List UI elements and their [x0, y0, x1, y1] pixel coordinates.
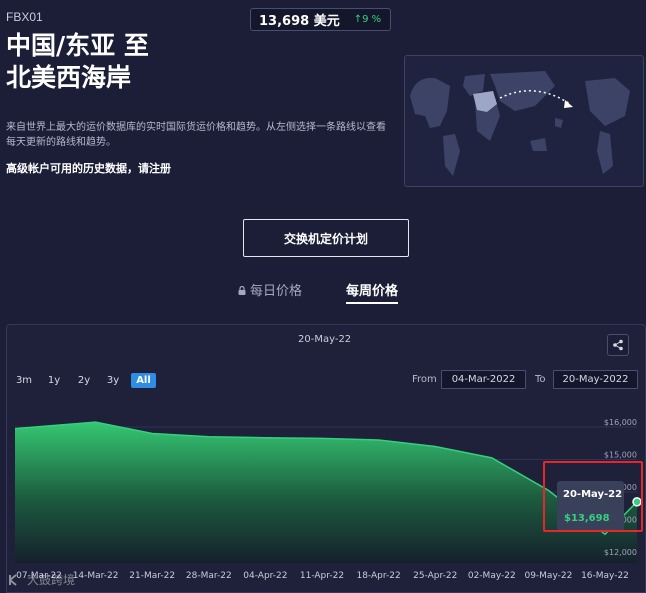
world-map-graphic	[410, 71, 630, 176]
route-code: FBX01	[6, 10, 43, 24]
x-tick-label: 25-Apr-22	[413, 571, 457, 581]
history-note: 高级帐户可用的历史数据，请注册	[6, 162, 171, 175]
watermark: 大鼓跨境	[8, 571, 75, 588]
x-tick-label: 09-May-22	[524, 571, 572, 581]
tab-weekly-price[interactable]: 每周价格	[346, 280, 399, 304]
title-line-1: 中国/东亚 至	[6, 31, 149, 60]
range-button-3y[interactable]: 3y	[103, 373, 123, 388]
range-button-1y[interactable]: 1y	[44, 373, 64, 388]
price-change-percent: 9 %	[362, 14, 382, 25]
exchange-pricing-plan-button[interactable]: 交换机定价计划	[243, 219, 409, 257]
to-label: To	[535, 374, 546, 385]
x-tick-label: 21-Mar-22	[129, 571, 175, 581]
route-arrow-icon	[564, 100, 573, 108]
y-tick-label: $15,000	[604, 451, 637, 460]
price-value: 13,698 美元	[259, 14, 340, 29]
price-chip: 13,698 美元 ↑9 %	[250, 8, 391, 31]
y-tick-label: $12,000	[604, 548, 637, 557]
from-label: From	[412, 374, 437, 385]
title-line-2: 北美西海岸	[6, 63, 132, 92]
panel-date: 20-May-22	[298, 334, 352, 345]
route-description: 来自世界上最大的运价数据库的实时国际货运价格和趋势。从左侧选择一条路线以查看每天…	[6, 122, 386, 148]
x-tick-label: 11-Apr-22	[300, 571, 344, 581]
tab-daily-price[interactable]: 每日价格	[238, 280, 302, 299]
highlight-box	[543, 461, 643, 532]
lock-icon	[238, 284, 246, 299]
share-button[interactable]	[607, 334, 629, 356]
price-change: ↑9 %	[354, 14, 381, 25]
to-date-input[interactable]: 20-May-2022	[553, 370, 638, 389]
x-tick-label: 02-May-22	[468, 571, 516, 581]
x-tick-label: 04-Apr-22	[243, 571, 287, 581]
x-axis-ticks: 07-Mar-22 14-Mar-22 21-Mar-22 28-Mar-22 04-A…	[16, 571, 629, 581]
range-button-all[interactable]: All	[131, 373, 156, 388]
x-tick-label: 18-Apr-22	[356, 571, 400, 581]
page-title: 中国/东亚 至 北美西海岸	[6, 30, 186, 94]
arrow-up-icon: ↑	[353, 14, 363, 25]
tab-daily-label: 每日价格	[250, 284, 303, 299]
range-button-2y[interactable]: 2y	[74, 373, 94, 388]
route-map	[404, 55, 644, 187]
share-icon	[613, 339, 623, 351]
y-tick-label: $16,000	[604, 418, 637, 427]
watermark-text: 大鼓跨境	[27, 573, 76, 587]
x-tick-label: 16-May-22	[581, 571, 629, 581]
from-date-input[interactable]: 04-Mar-2022	[441, 370, 526, 389]
watermark-logo-icon	[9, 573, 17, 586]
x-tick-label: 28-Mar-22	[186, 571, 232, 581]
x-tick-label: 14-Mar-22	[73, 571, 119, 581]
range-button-3m[interactable]: 3m	[14, 373, 34, 388]
